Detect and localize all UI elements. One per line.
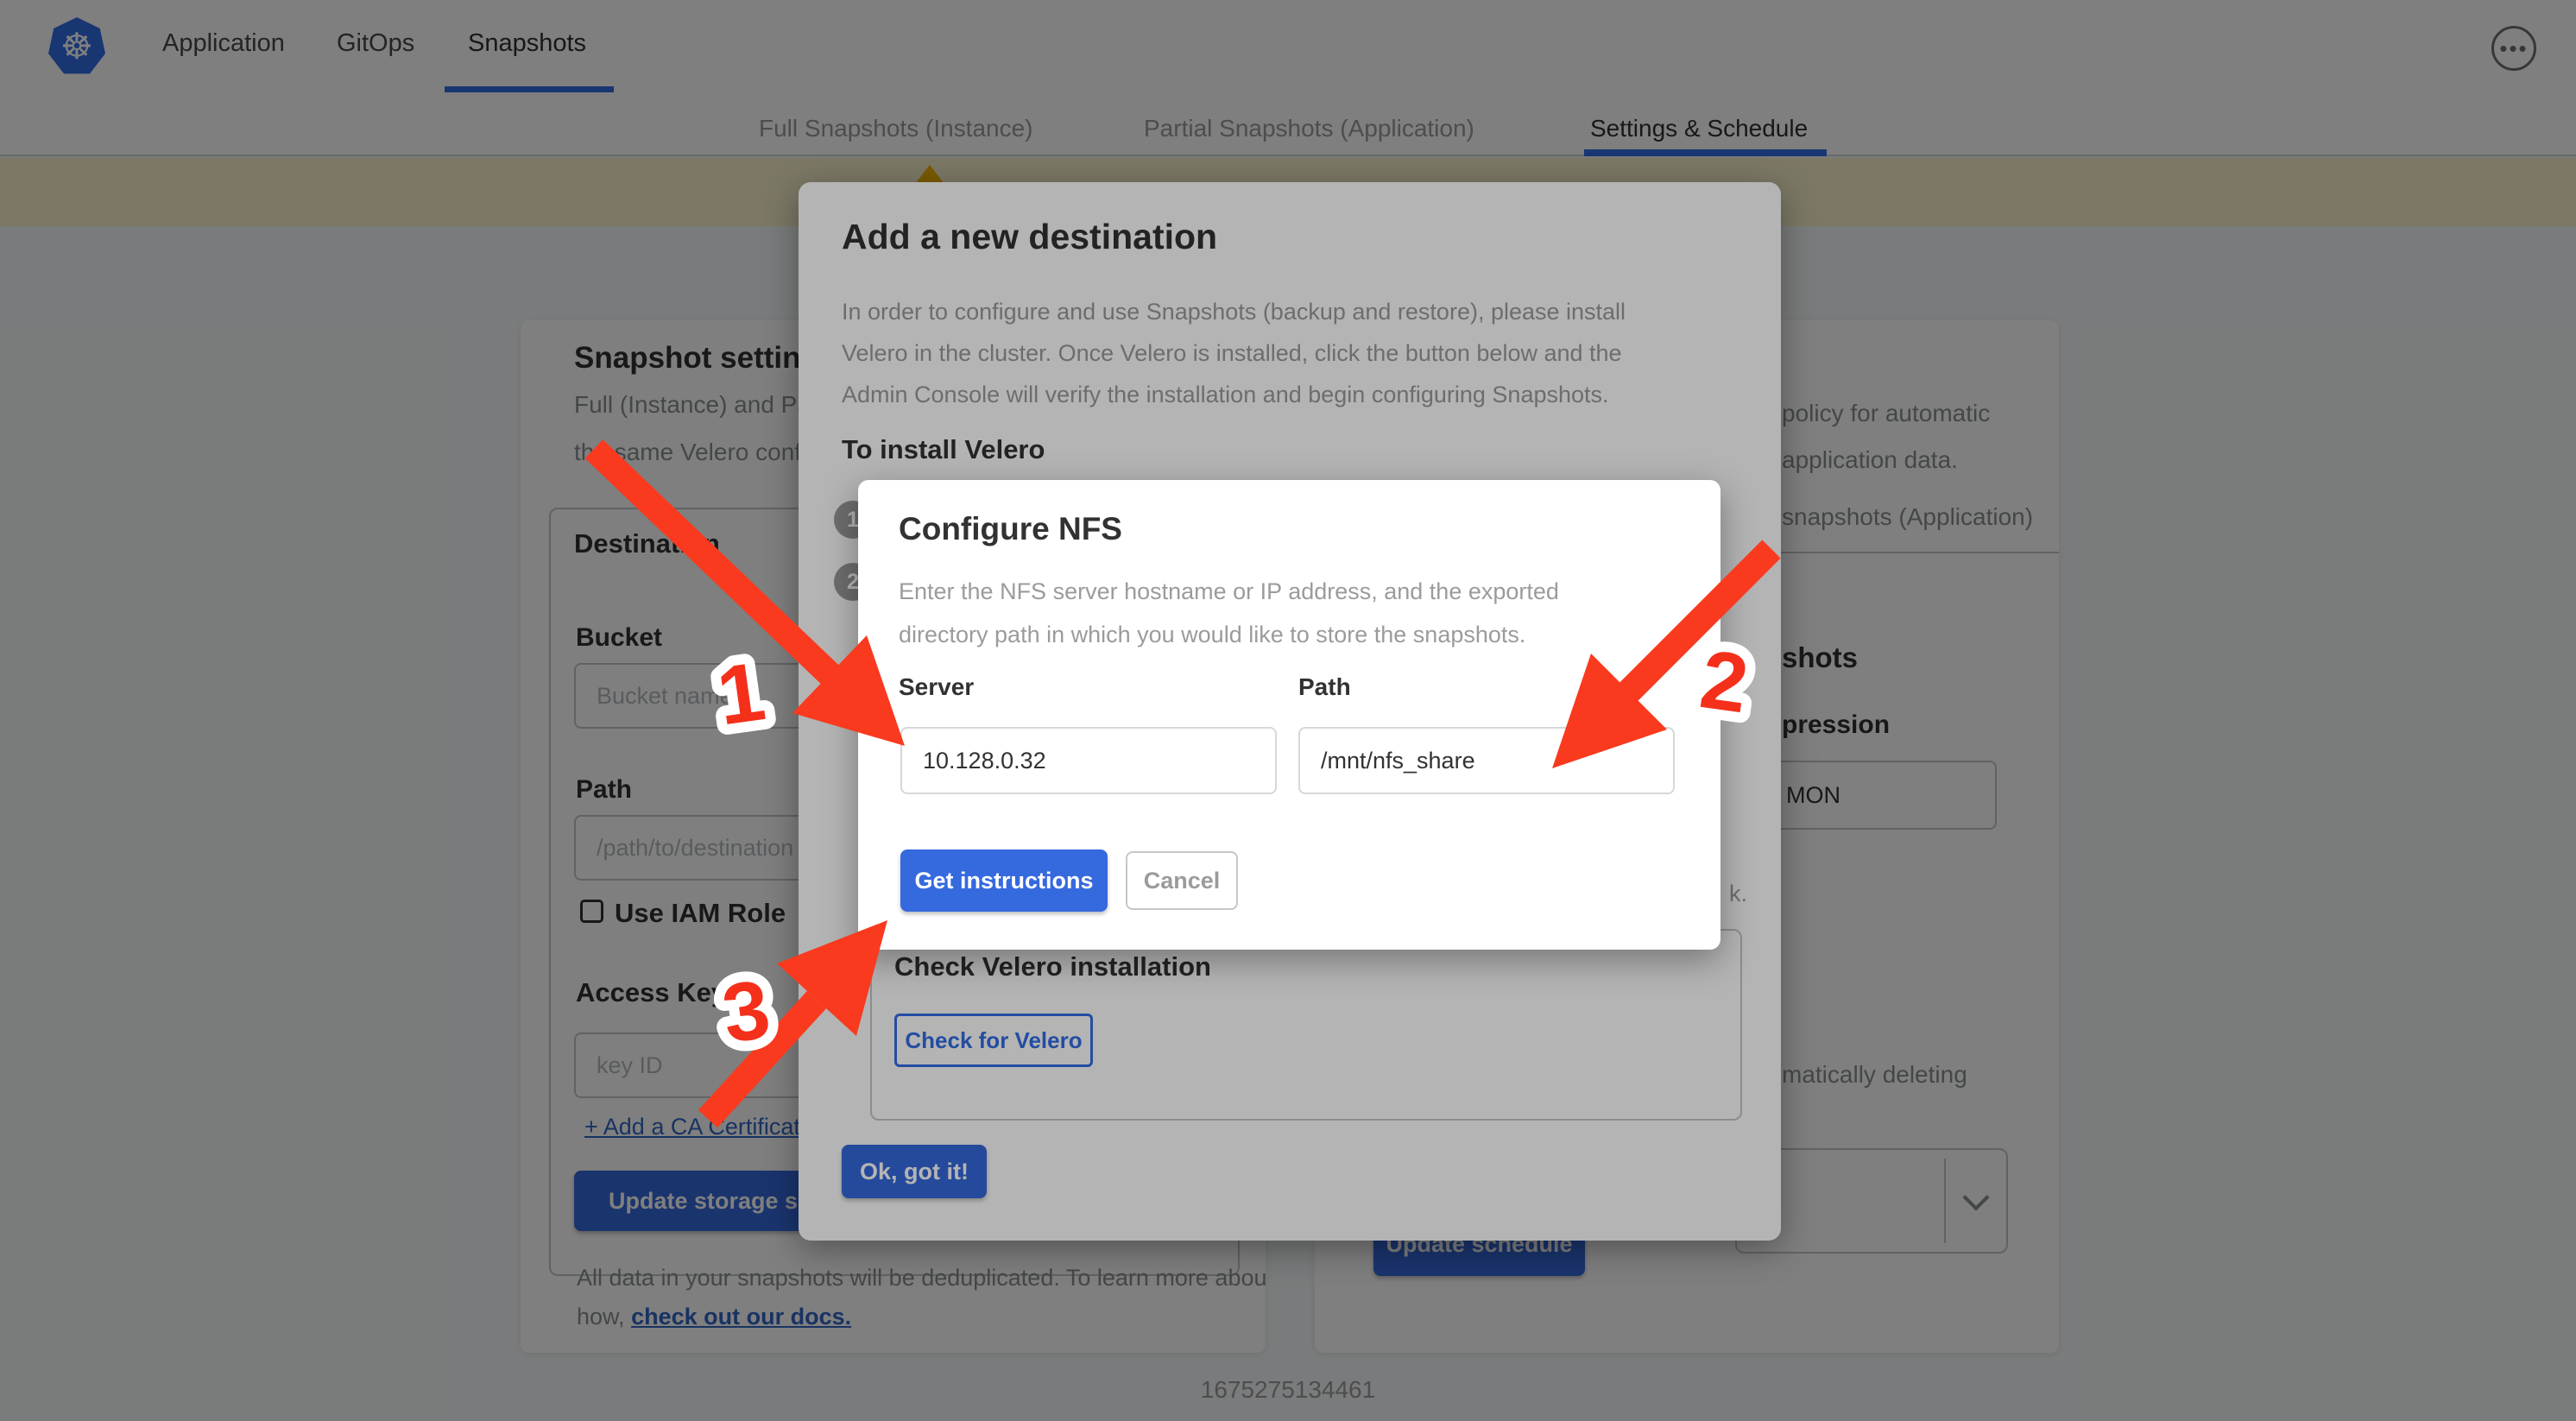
nfs-path-input[interactable] (1298, 727, 1675, 794)
nfs-desc-line2: directory path in which you would like t… (899, 613, 1525, 656)
nfs-desc-line1: Enter the NFS server hostname or IP addr… (899, 570, 1559, 613)
get-instructions-button[interactable]: Get instructions (900, 849, 1108, 912)
configure-nfs-title: Configure NFS (899, 511, 1122, 547)
cancel-button[interactable]: Cancel (1126, 851, 1238, 910)
server-label: Server (899, 673, 974, 701)
nfs-path-label: Path (1298, 673, 1351, 701)
server-input[interactable] (900, 727, 1277, 794)
admin-console-app: ☸ Application GitOps Snapshots ••• Full … (0, 0, 2576, 1421)
configure-nfs-modal: Configure NFS Enter the NFS server hostn… (858, 480, 1720, 950)
